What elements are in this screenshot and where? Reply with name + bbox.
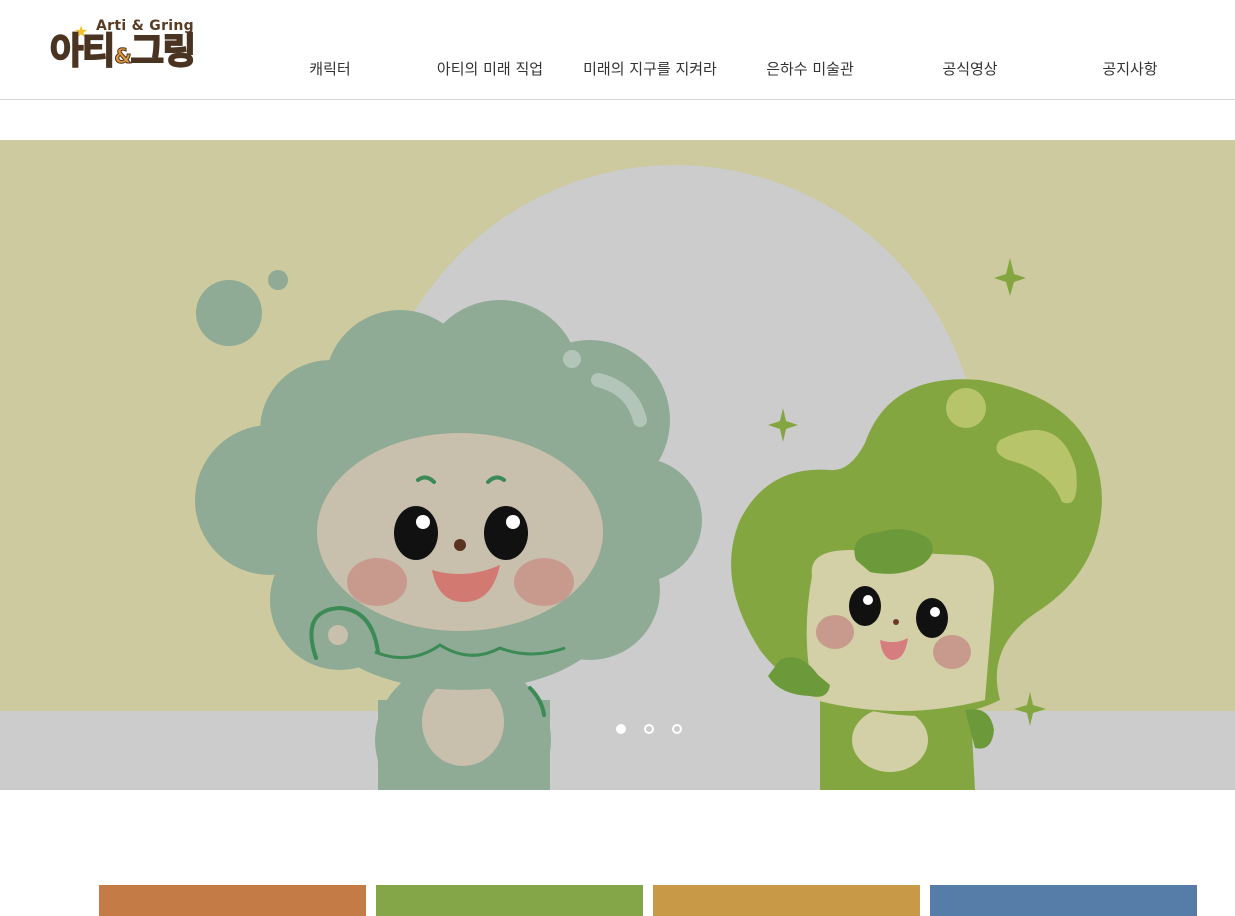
menu-tile-2[interactable] — [376, 885, 643, 916]
slider-dot-2[interactable] — [644, 724, 654, 734]
hero-slider[interactable] — [0, 140, 1235, 790]
nav-item-protect-earth[interactable]: 미래의 지구를 지켜라 — [583, 58, 717, 79]
nav-item-galaxy-gallery[interactable]: 은하수 미술관 — [766, 58, 854, 79]
slider-dot-1[interactable] — [616, 724, 626, 734]
menu-tile-3[interactable] — [653, 885, 920, 916]
slider-dot-3[interactable] — [672, 724, 682, 734]
nav-item-future-jobs[interactable]: 아티의 미래 직업 — [437, 58, 543, 79]
nav-item-characters[interactable]: 캐릭터 — [309, 58, 350, 79]
bubble — [268, 270, 288, 290]
site-header: ★ Arti & Gring 아티&그링 캐릭터 아티의 미래 직업 미래의 지… — [0, 0, 1235, 100]
nav-item-official-videos[interactable]: 공식영상 — [942, 58, 997, 79]
menu-tile-4[interactable] — [930, 885, 1197, 916]
main-nav: 캐릭터 아티의 미래 직업 미래의 지구를 지켜라 은하수 미술관 공식영상 공… — [0, 58, 1235, 82]
bubble — [196, 280, 262, 346]
slider-pagination — [0, 724, 1235, 738]
menu-tile-1[interactable] — [99, 885, 366, 916]
nav-item-notices[interactable]: 공지사항 — [1102, 58, 1157, 79]
hero-illustration — [0, 165, 1235, 790]
sparkle-icon — [994, 258, 1026, 296]
